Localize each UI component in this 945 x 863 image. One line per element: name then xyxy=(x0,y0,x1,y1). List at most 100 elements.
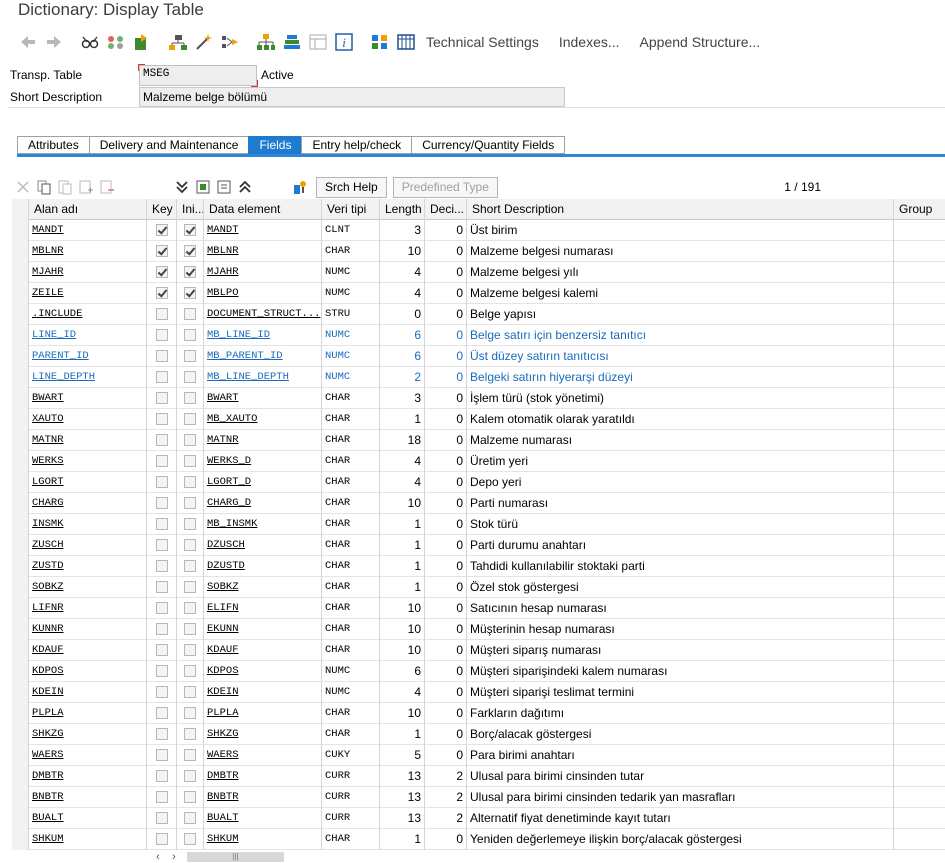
unchecked-checkbox[interactable] xyxy=(155,580,168,593)
field-name-cell[interactable]: ZEILE xyxy=(29,283,147,304)
unchecked-checkbox[interactable] xyxy=(155,328,168,341)
cut-icon[interactable] xyxy=(12,178,33,197)
forward-icon[interactable] xyxy=(42,31,66,53)
data-element-cell[interactable]: MB_LINE_ID xyxy=(204,325,322,346)
row-selector[interactable] xyxy=(12,577,29,598)
unchecked-checkbox[interactable] xyxy=(184,517,196,530)
unchecked-checkbox[interactable] xyxy=(155,391,168,404)
field-name-cell[interactable]: ZUSTD xyxy=(29,556,147,577)
checked-checkbox[interactable] xyxy=(184,244,196,257)
data-element-cell[interactable]: KDAUF xyxy=(204,640,322,661)
info-icon[interactable]: i xyxy=(332,31,356,53)
initial-checkbox-cell[interactable] xyxy=(177,787,204,808)
row-selector[interactable] xyxy=(12,556,29,577)
row-selector[interactable] xyxy=(12,808,29,829)
unchecked-checkbox[interactable] xyxy=(184,559,196,572)
field-name-cell[interactable]: DMBTR xyxy=(29,766,147,787)
field-name-cell[interactable]: LGORT xyxy=(29,472,147,493)
table-row[interactable]: LINE_ID MB_LINE_ID NUMC 6 0 Belge satırı için… xyxy=(12,325,945,346)
data-element-cell[interactable]: BUALT xyxy=(204,808,322,829)
unchecked-checkbox[interactable] xyxy=(184,748,196,761)
field-name-cell[interactable]: XAUTO xyxy=(29,409,147,430)
table-icon[interactable] xyxy=(394,31,418,53)
table-row[interactable]: SHKZG SHKZG CHAR 1 0 Borç/alacak göstergesi xyxy=(12,724,945,745)
unchecked-checkbox[interactable] xyxy=(155,832,168,845)
key-checkbox-cell[interactable] xyxy=(147,535,177,556)
key-checkbox-cell[interactable] xyxy=(147,577,177,598)
initial-checkbox-cell[interactable] xyxy=(177,430,204,451)
table-row[interactable]: ZEILE MBLPO NUMC 4 0 Malzeme belgesi kalemi xyxy=(12,283,945,304)
checked-checkbox[interactable] xyxy=(155,244,168,257)
data-element-cell[interactable]: BNBTR xyxy=(204,787,322,808)
table-row[interactable]: KDPOS KDPOS NUMC 6 0 Müşteri siparişindeki ka… xyxy=(12,661,945,682)
field-name-cell[interactable]: KDEIN xyxy=(29,682,147,703)
initial-checkbox-cell[interactable] xyxy=(177,451,204,472)
data-element-cell[interactable]: MB_XAUTO xyxy=(204,409,322,430)
table-row[interactable]: SOBKZ SOBKZ CHAR 1 0 Özel stok göstergesi xyxy=(12,577,945,598)
field-name-cell[interactable]: MJAHR xyxy=(29,262,147,283)
initial-checkbox-cell[interactable] xyxy=(177,703,204,724)
field-name-cell[interactable]: BUALT xyxy=(29,808,147,829)
table-row[interactable]: BUALT BUALT CURR 13 2 Alternatif fiyat deneti… xyxy=(12,808,945,829)
field-name-cell[interactable]: SHKZG xyxy=(29,724,147,745)
table-row[interactable]: MBLNR MBLNR CHAR 10 0 Malzeme belgesi numaras… xyxy=(12,241,945,262)
unchecked-checkbox[interactable] xyxy=(155,769,168,782)
unchecked-checkbox[interactable] xyxy=(155,433,168,446)
key-checkbox-cell[interactable] xyxy=(147,220,177,241)
table-row[interactable]: WERKS WERKS_D CHAR 4 0 Üretim yeri xyxy=(12,451,945,472)
table-row[interactable]: BWART BWART CHAR 3 0 İşlem türü (stok yönetim… xyxy=(12,388,945,409)
unchecked-checkbox[interactable] xyxy=(184,727,196,740)
predefined-type-button[interactable]: Predefined Type xyxy=(392,176,498,198)
initial-checkbox-cell[interactable] xyxy=(177,577,204,598)
unchecked-checkbox[interactable] xyxy=(184,454,196,467)
key-checkbox-cell[interactable] xyxy=(147,241,177,262)
field-name-cell[interactable]: KDPOS xyxy=(29,661,147,682)
table-row[interactable]: PARENT_ID MB_PARENT_ID NUMC 6 0 Üst düzey sat… xyxy=(12,346,945,367)
checked-checkbox[interactable] xyxy=(184,265,196,278)
col-header-length[interactable]: Length xyxy=(380,199,425,220)
unchecked-checkbox[interactable] xyxy=(155,790,168,803)
unchecked-checkbox[interactable] xyxy=(184,622,196,635)
key-checkbox-cell[interactable] xyxy=(147,808,177,829)
unchecked-checkbox[interactable] xyxy=(184,811,196,824)
data-element-cell[interactable]: PLPLA xyxy=(204,703,322,724)
table-row[interactable]: PLPLA PLPLA CHAR 10 0 Farkların dağıtımı xyxy=(12,703,945,724)
glasses-icon[interactable] xyxy=(78,31,102,53)
data-element-cell[interactable]: CHARG_D xyxy=(204,493,322,514)
key-checkbox-cell[interactable] xyxy=(147,388,177,409)
table-row[interactable]: DMBTR DMBTR CURR 13 2 Ulusal para birimi cins… xyxy=(12,766,945,787)
data-element-cell[interactable]: MATNR xyxy=(204,430,322,451)
field-name-cell[interactable]: MBLNR xyxy=(29,241,147,262)
row-selector[interactable] xyxy=(12,346,29,367)
initial-checkbox-cell[interactable] xyxy=(177,808,204,829)
row-selector[interactable] xyxy=(12,619,29,640)
unchecked-checkbox[interactable] xyxy=(184,706,196,719)
unchecked-checkbox[interactable] xyxy=(184,349,196,362)
col-header-short-description[interactable]: Short Description xyxy=(467,199,894,220)
row-selector[interactable] xyxy=(12,220,29,241)
initial-checkbox-cell[interactable] xyxy=(177,661,204,682)
initial-checkbox-cell[interactable] xyxy=(177,388,204,409)
search-help-icon[interactable] xyxy=(289,178,310,197)
unchecked-checkbox[interactable] xyxy=(155,664,168,677)
magic-wand-icon[interactable] xyxy=(192,31,216,53)
field-name-cell[interactable]: WAERS xyxy=(29,745,147,766)
key-checkbox-cell[interactable] xyxy=(147,724,177,745)
unchecked-checkbox[interactable] xyxy=(184,685,196,698)
key-checkbox-cell[interactable] xyxy=(147,367,177,388)
initial-checkbox-cell[interactable] xyxy=(177,325,204,346)
data-element-cell[interactable]: SHKZG xyxy=(204,724,322,745)
hierarchy-icon[interactable] xyxy=(166,31,190,53)
field-name-cell[interactable]: PARENT_ID xyxy=(29,346,147,367)
data-element-cell[interactable]: MBLNR xyxy=(204,241,322,262)
key-checkbox-cell[interactable] xyxy=(147,598,177,619)
navigate-icon[interactable] xyxy=(218,31,242,53)
key-checkbox-cell[interactable] xyxy=(147,682,177,703)
table-row[interactable]: XAUTO MB_XAUTO CHAR 1 0 Kalem otomatik olarak… xyxy=(12,409,945,430)
key-checkbox-cell[interactable] xyxy=(147,745,177,766)
table-row[interactable]: LIFNR ELIFN CHAR 10 0 Satıcının hesap numaras… xyxy=(12,598,945,619)
back-icon[interactable] xyxy=(16,31,40,53)
data-element-cell[interactable]: SOBKZ xyxy=(204,577,322,598)
where-used-icon[interactable] xyxy=(130,31,154,53)
unchecked-checkbox[interactable] xyxy=(155,370,168,383)
